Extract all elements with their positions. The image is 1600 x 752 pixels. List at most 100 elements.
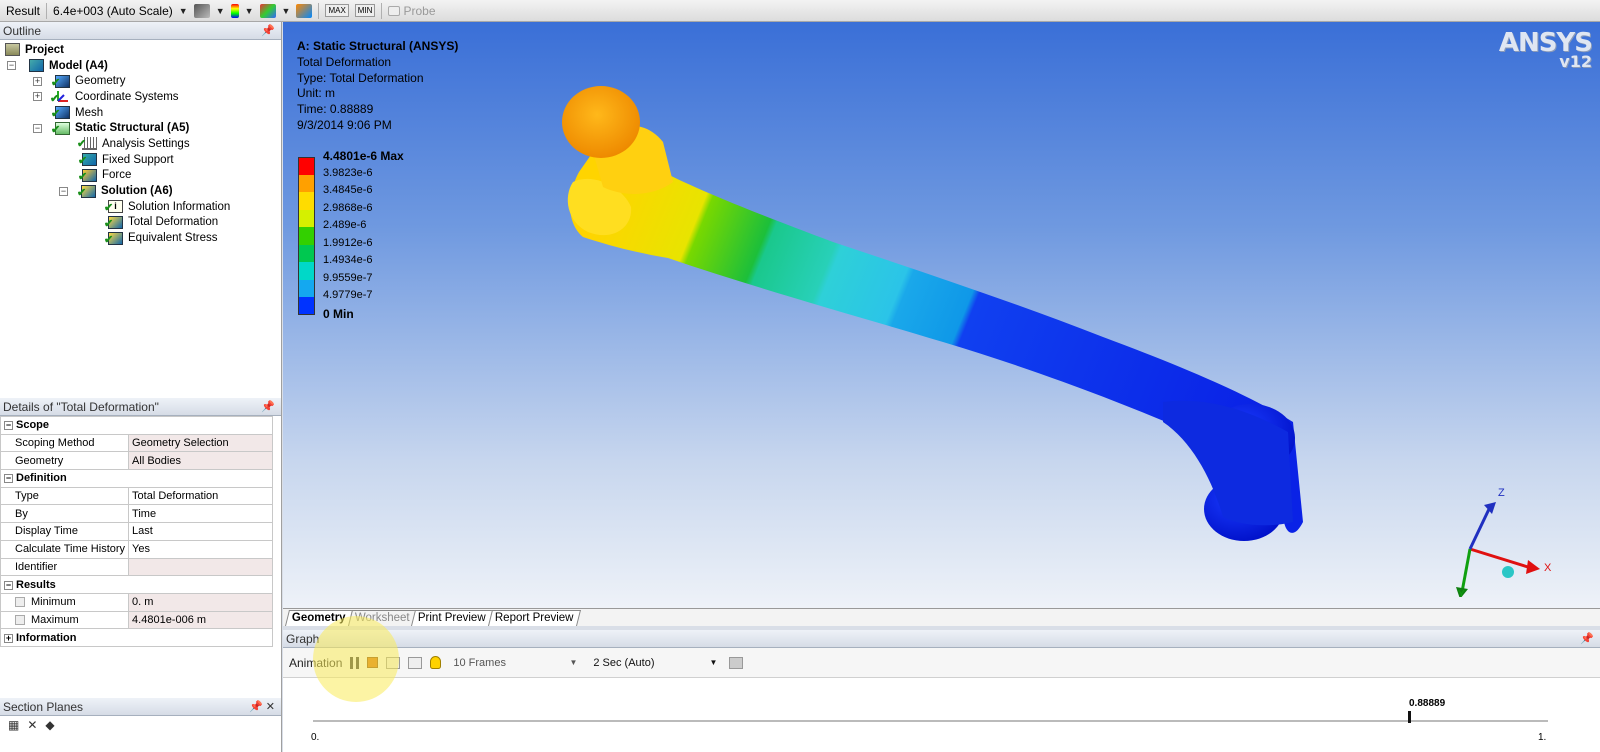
property-value[interactable]: Yes [128,539,273,559]
force-icon: ✔ [78,168,97,183]
tab-print-preview[interactable]: Print Preview [411,610,494,626]
result-icon: ✔ [104,215,123,230]
solution-icon: ✔ [77,184,96,199]
property-value[interactable]: Total Deformation [128,486,273,506]
contour-bands-icon[interactable] [230,3,239,18]
femur-model[interactable] [283,22,1600,608]
tree-node-force[interactable]: ✔ Force [0,168,281,184]
delete-icon[interactable]: ✕ [27,718,37,732]
collapse-icon[interactable]: − [4,421,13,431]
property-value[interactable]: 4.4801e-006 m [128,610,273,630]
tree-node-analysis-settings[interactable]: ✔ Analysis Settings [0,136,281,152]
tree-node-geometry[interactable]: + ✔ Geometry [0,73,281,89]
vectors-icon[interactable] [296,3,313,18]
group-header-results[interactable]: − Results [0,575,273,594]
property-value[interactable]: Last [128,522,273,541]
table-row[interactable]: Geometry All Bodies [0,451,273,471]
tree-node-equivalent-stress[interactable]: ✔ Equivalent Stress [0,230,281,246]
tab-report-preview[interactable]: Report Preview [488,610,581,626]
time-end-label: 1. [1538,732,1547,743]
z-axis-arrow [1468,506,1492,550]
table-row[interactable]: Scoping Method Geometry Selection [0,433,273,453]
collapse-icon[interactable]: − [7,61,16,71]
export-video-icon[interactable] [729,656,744,669]
table-row[interactable]: Display Time Last [0,522,273,541]
tree-node-project[interactable]: Project [0,42,281,58]
project-icon [5,43,20,57]
frames-select[interactable]: 10 Frames ▼ [449,654,581,672]
edges-display-icon[interactable] [259,3,276,18]
collapse-icon[interactable]: − [59,186,68,196]
geometry-display-icon[interactable] [193,3,210,18]
section-planes-title-bar: Section Planes 📌 ✕ [0,698,281,716]
probe-button[interactable]: Probe [388,4,436,18]
graphics-viewport[interactable]: A: Static Structural (ANSYS) Total Defor… [283,22,1600,608]
group-header-information[interactable]: + Information [0,628,273,647]
collapse-icon[interactable]: − [33,123,42,133]
next-frame-icon[interactable] [408,656,423,669]
tab-label: Print Preview [418,612,487,624]
duration-select[interactable]: 2 Sec (Auto) ▼ [589,654,721,672]
tree-node-mesh[interactable]: ✔ Mesh [0,105,281,121]
tree-node-label: Fixed Support [102,153,174,166]
tree-node-label: Force [102,169,132,182]
tree-node-coordinate-systems[interactable]: + ✔ Coordinate Systems [0,89,281,105]
chevron-down-icon[interactable]: ▼ [569,658,577,667]
graph-title-bar: Graph 📌 [283,630,1600,648]
chevron-down-icon[interactable]: ▼ [179,6,188,16]
parameter-checkbox[interactable] [15,615,25,625]
tree-node-static-structural[interactable]: − ✔ Static Structural (A5) [0,120,281,136]
property-value[interactable]: 0. m [128,592,273,612]
pin-icon[interactable]: 📌 [261,400,275,413]
chevron-down-icon[interactable]: ▼ [245,6,254,16]
isometric-ball-icon[interactable] [1502,566,1514,578]
tree-node-fixed-support[interactable]: ✔ Fixed Support [0,152,281,168]
tree-node-label: Total Deformation [128,216,219,229]
pin-icon[interactable]: 📌 [1580,632,1594,645]
property-name-text: Maximum [31,613,79,626]
tree-node-total-deformation[interactable]: ✔ Total Deformation [0,215,281,231]
group-label: Scope [16,419,50,432]
table-row[interactable]: Maximum 4.4801e-006 m [0,610,273,630]
expand-icon[interactable]: + [33,92,42,102]
group-header-scope[interactable]: − Scope [0,416,273,435]
pin-icon[interactable]: 📌 ✕ [249,700,275,713]
tree-node-label: Equivalent Stress [128,232,218,245]
tree-node-model[interactable]: − Model (A4) [0,58,281,74]
tree-node-solution-information[interactable]: i ✔ Solution Information [0,199,281,215]
property-value[interactable] [128,557,273,577]
table-row[interactable]: Minimum 0. m [0,592,273,612]
chevron-down-icon[interactable]: ▼ [216,6,225,16]
table-row[interactable]: By Time [0,504,273,524]
check-icon: ✔ [78,155,88,168]
expand-icon[interactable]: + [33,76,42,86]
property-name: Identifier [0,557,130,577]
max-label-icon[interactable]: MAX [325,4,349,17]
parameter-checkbox[interactable] [15,597,25,608]
chevron-down-icon[interactable]: ▼ [282,6,291,16]
time-marker[interactable] [1408,711,1411,723]
property-value[interactable]: All Bodies [128,451,273,471]
tree-node-solution[interactable]: − ✔ Solution (A6) [0,183,281,199]
check-icon: ✔ [78,170,88,183]
property-value[interactable]: Time [128,504,273,524]
collapse-icon[interactable]: − [4,580,13,590]
collapse-icon[interactable]: − [4,474,13,484]
pin-icon[interactable]: 📌 [261,24,275,37]
edit-section-icon[interactable]: ◆ [45,718,54,732]
time-graph[interactable]: 0.88889 0. 1. [283,678,1600,748]
expand-icon[interactable]: + [4,633,13,643]
group-header-definition[interactable]: − Definition [0,469,273,488]
min-label-icon[interactable]: MIN [354,4,376,17]
new-section-plane-icon[interactable]: ▦ [8,718,19,732]
lightbulb-icon[interactable] [430,656,442,669]
table-row[interactable]: Type Total Deformation [0,486,273,506]
chevron-down-icon[interactable]: ▼ [709,658,717,667]
check-icon: ✔ [104,217,114,230]
property-value[interactable]: Geometry Selection [128,433,273,453]
table-row[interactable]: Identifier [0,557,273,577]
tree-node-label: Solution (A6) [101,185,173,198]
scale-dropdown[interactable]: 6.4e+003 (Auto Scale) [53,4,173,18]
table-row[interactable]: Calculate Time History Yes [0,539,273,559]
details-table: − Scope Scoping Method Geometry Selection … [0,416,273,647]
